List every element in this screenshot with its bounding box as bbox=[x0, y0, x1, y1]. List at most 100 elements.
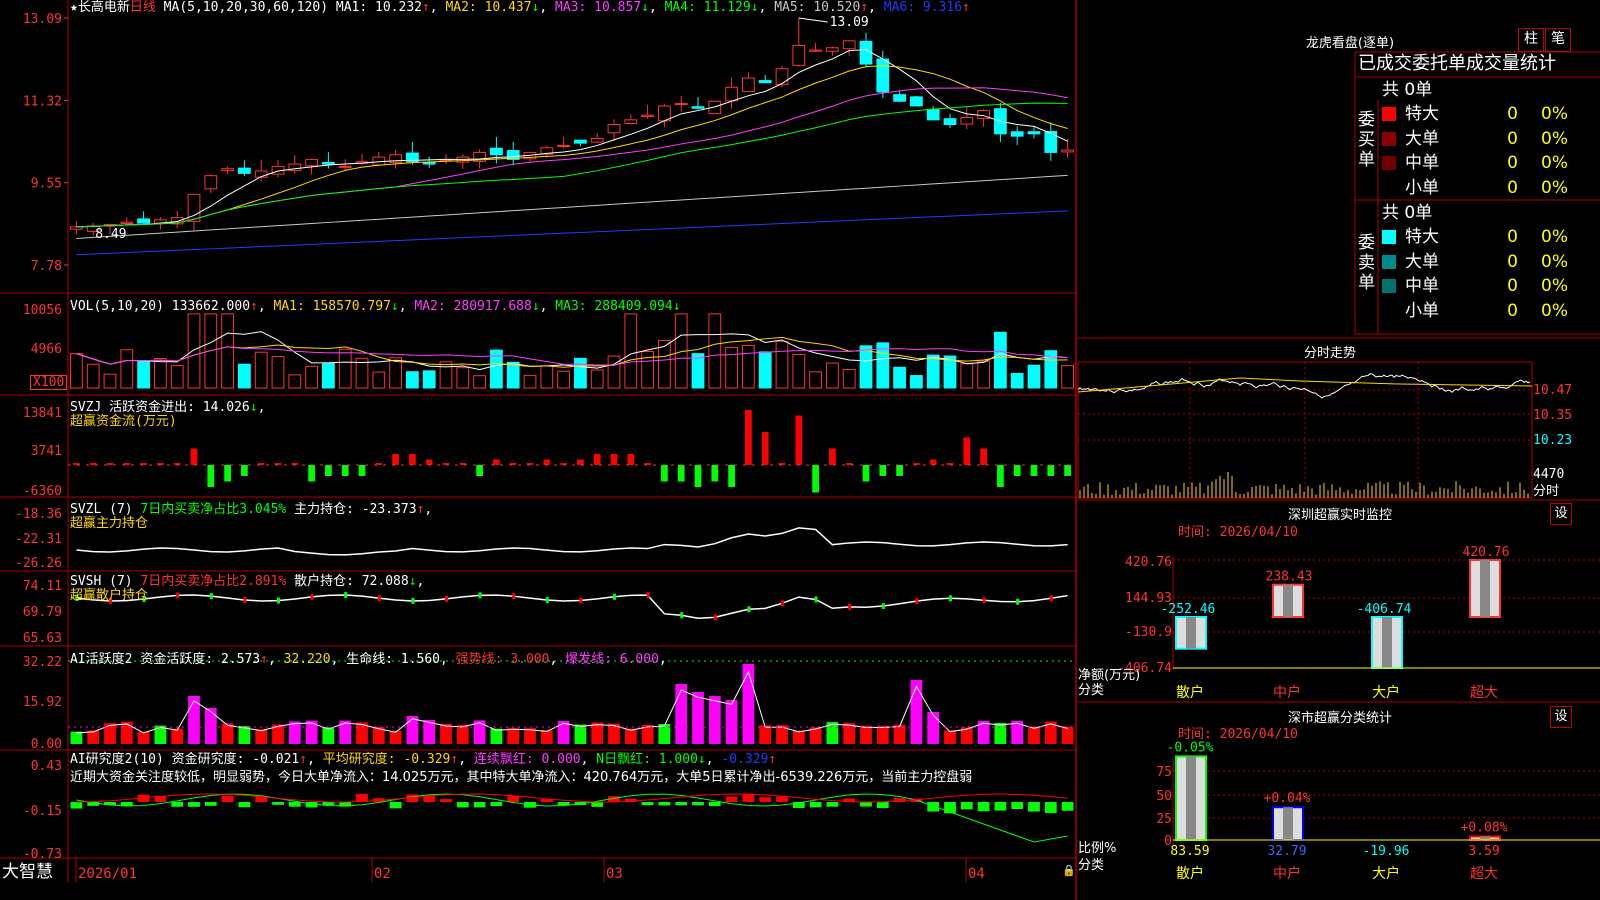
sz-class-category: 散户 bbox=[1176, 865, 1204, 882]
candle-body bbox=[557, 144, 570, 147]
bar-mode-button[interactable]: 柱 bbox=[1518, 28, 1544, 52]
svsh-tick-label: 74.11 bbox=[23, 579, 62, 594]
period-label[interactable]: 日线 bbox=[130, 0, 156, 15]
ai-label: AI活跃度2 bbox=[70, 652, 133, 667]
volume-bar bbox=[439, 361, 453, 389]
fund-flow-bar bbox=[1064, 465, 1071, 476]
volume-bar bbox=[574, 357, 587, 389]
activity-bar bbox=[171, 728, 184, 744]
ai-header: AI活跃度2 资金活跃度: 2.573↑, 32.220, 生命线: 1.560… bbox=[70, 652, 667, 667]
volume-bar bbox=[826, 362, 839, 389]
sz-class-bar-shade bbox=[1283, 807, 1293, 840]
intraday-title: 分时走势 bbox=[1303, 346, 1356, 361]
activity-bar bbox=[893, 724, 906, 744]
volume-bar bbox=[254, 351, 268, 389]
candle-body bbox=[859, 40, 873, 65]
volume-bar bbox=[86, 363, 100, 389]
vol-tick-label: 10056 bbox=[23, 303, 62, 318]
activity-bar bbox=[406, 716, 419, 744]
lock-icon[interactable]: 🔒 bbox=[1062, 863, 1076, 879]
research-last: -0.329 bbox=[721, 752, 769, 767]
research-bar bbox=[742, 794, 755, 802]
candle-body bbox=[641, 114, 654, 117]
fund-flow-bar bbox=[761, 432, 769, 465]
research-bar bbox=[759, 797, 772, 802]
vol-value: 133662.000 bbox=[171, 299, 251, 314]
fund-flow-bar bbox=[106, 463, 114, 465]
up-arrow-icon: ↑ bbox=[768, 752, 777, 767]
sz-class-title: 深市超赢分类统计 bbox=[1287, 711, 1392, 726]
candle-body bbox=[238, 167, 251, 174]
candle-body bbox=[305, 158, 318, 167]
volume-bar bbox=[506, 361, 520, 389]
volume-bar bbox=[809, 371, 822, 389]
retail-tick-mark bbox=[579, 597, 583, 604]
retail-tick-mark bbox=[545, 597, 549, 604]
candle-body bbox=[742, 77, 755, 92]
research-bar bbox=[507, 795, 520, 802]
activity-bar bbox=[70, 731, 83, 744]
sz-class-value: 32.79 bbox=[1267, 844, 1306, 859]
research-bar bbox=[238, 802, 251, 808]
volume-bar bbox=[1061, 365, 1074, 389]
sz-monitor-value: 420.76 bbox=[1463, 545, 1510, 560]
ma3-value: MA3: 10.857 bbox=[555, 0, 642, 15]
fund-flow-bar bbox=[341, 465, 349, 476]
stock-name[interactable]: ★长高电新 bbox=[70, 0, 130, 15]
activity-bar bbox=[725, 700, 738, 744]
sell-row-swatch bbox=[1382, 254, 1396, 269]
vol-ma3: MA3: 288409.094 bbox=[555, 299, 673, 314]
retail-tick-mark bbox=[613, 593, 616, 600]
activity-bar bbox=[692, 692, 704, 744]
volume-bar bbox=[271, 356, 285, 389]
svzj-value: 活跃资金进出: 14.026 bbox=[109, 400, 250, 415]
svsh-sub: 超赢散户持仓 bbox=[70, 588, 149, 603]
fund-flow-bar bbox=[627, 454, 635, 465]
up-arrow-icon: ↑ bbox=[421, 0, 430, 15]
candle-body bbox=[926, 109, 940, 121]
sell-row-name: 中单 bbox=[1405, 276, 1439, 296]
sz-monitor-value: -406.74 bbox=[1357, 602, 1412, 617]
price-header: ★长高电新日线 MA(5,10,20,30,60,120) MA1: 10.23… bbox=[70, 0, 970, 15]
ai-activity: 资金活跃度: 2.573 bbox=[140, 652, 261, 667]
volume-bar bbox=[910, 375, 923, 389]
candle-body bbox=[607, 124, 621, 134]
retail-tick-mark bbox=[176, 592, 180, 599]
sz-monitor-title: 深圳超赢实时监控 bbox=[1287, 508, 1392, 523]
down-arrow-icon: ↓ bbox=[641, 0, 649, 15]
research-bar bbox=[490, 802, 503, 807]
down-arrow-icon: ↓ bbox=[531, 299, 540, 314]
pen-mode-button[interactable]: 笔 bbox=[1545, 28, 1571, 52]
ma4-value: MA4: 11.129 bbox=[664, 0, 751, 15]
activity-bar bbox=[910, 680, 923, 744]
intraday-tick-label: 10.47 bbox=[1533, 383, 1572, 398]
up-arrow-icon: ↑ bbox=[250, 299, 258, 314]
research-avg: 平均研究度: -0.329 bbox=[322, 752, 451, 767]
research-bar bbox=[860, 802, 872, 807]
activity-bar bbox=[624, 728, 637, 744]
sell-row-pct: 0% bbox=[1541, 227, 1568, 247]
candle-body bbox=[1027, 131, 1041, 135]
retail-tick-mark bbox=[713, 614, 717, 621]
research-bar bbox=[389, 802, 402, 809]
research-bar bbox=[977, 802, 990, 812]
research-tick-label: -0.73 bbox=[23, 847, 62, 862]
volume-bar bbox=[389, 357, 402, 389]
sz-monitor-ylabel: 净额(万元) bbox=[1078, 668, 1141, 683]
buy-row-pct: 0% bbox=[1541, 153, 1568, 173]
sz-class-xlabel: 分类 bbox=[1078, 858, 1105, 873]
svzl-tick-label: -18.36 bbox=[15, 507, 62, 522]
candle-body bbox=[725, 86, 738, 102]
sz-monitor-settings-button[interactable]: 设 bbox=[1550, 503, 1572, 525]
sell-row-pct: 0% bbox=[1541, 276, 1568, 296]
buy-row-swatch bbox=[1382, 156, 1396, 170]
candle-body bbox=[842, 40, 856, 50]
sz-class-settings-button[interactable]: 设 bbox=[1550, 706, 1572, 728]
svzj-tick-label: 13841 bbox=[23, 406, 62, 421]
fund-flow-bar bbox=[728, 465, 735, 487]
candle-body bbox=[624, 119, 638, 125]
research-bar bbox=[473, 802, 486, 808]
volume-bar bbox=[758, 351, 772, 389]
activity-bar bbox=[255, 729, 268, 744]
sz-class-time: 时间: 2026/04/10 bbox=[1178, 727, 1298, 742]
